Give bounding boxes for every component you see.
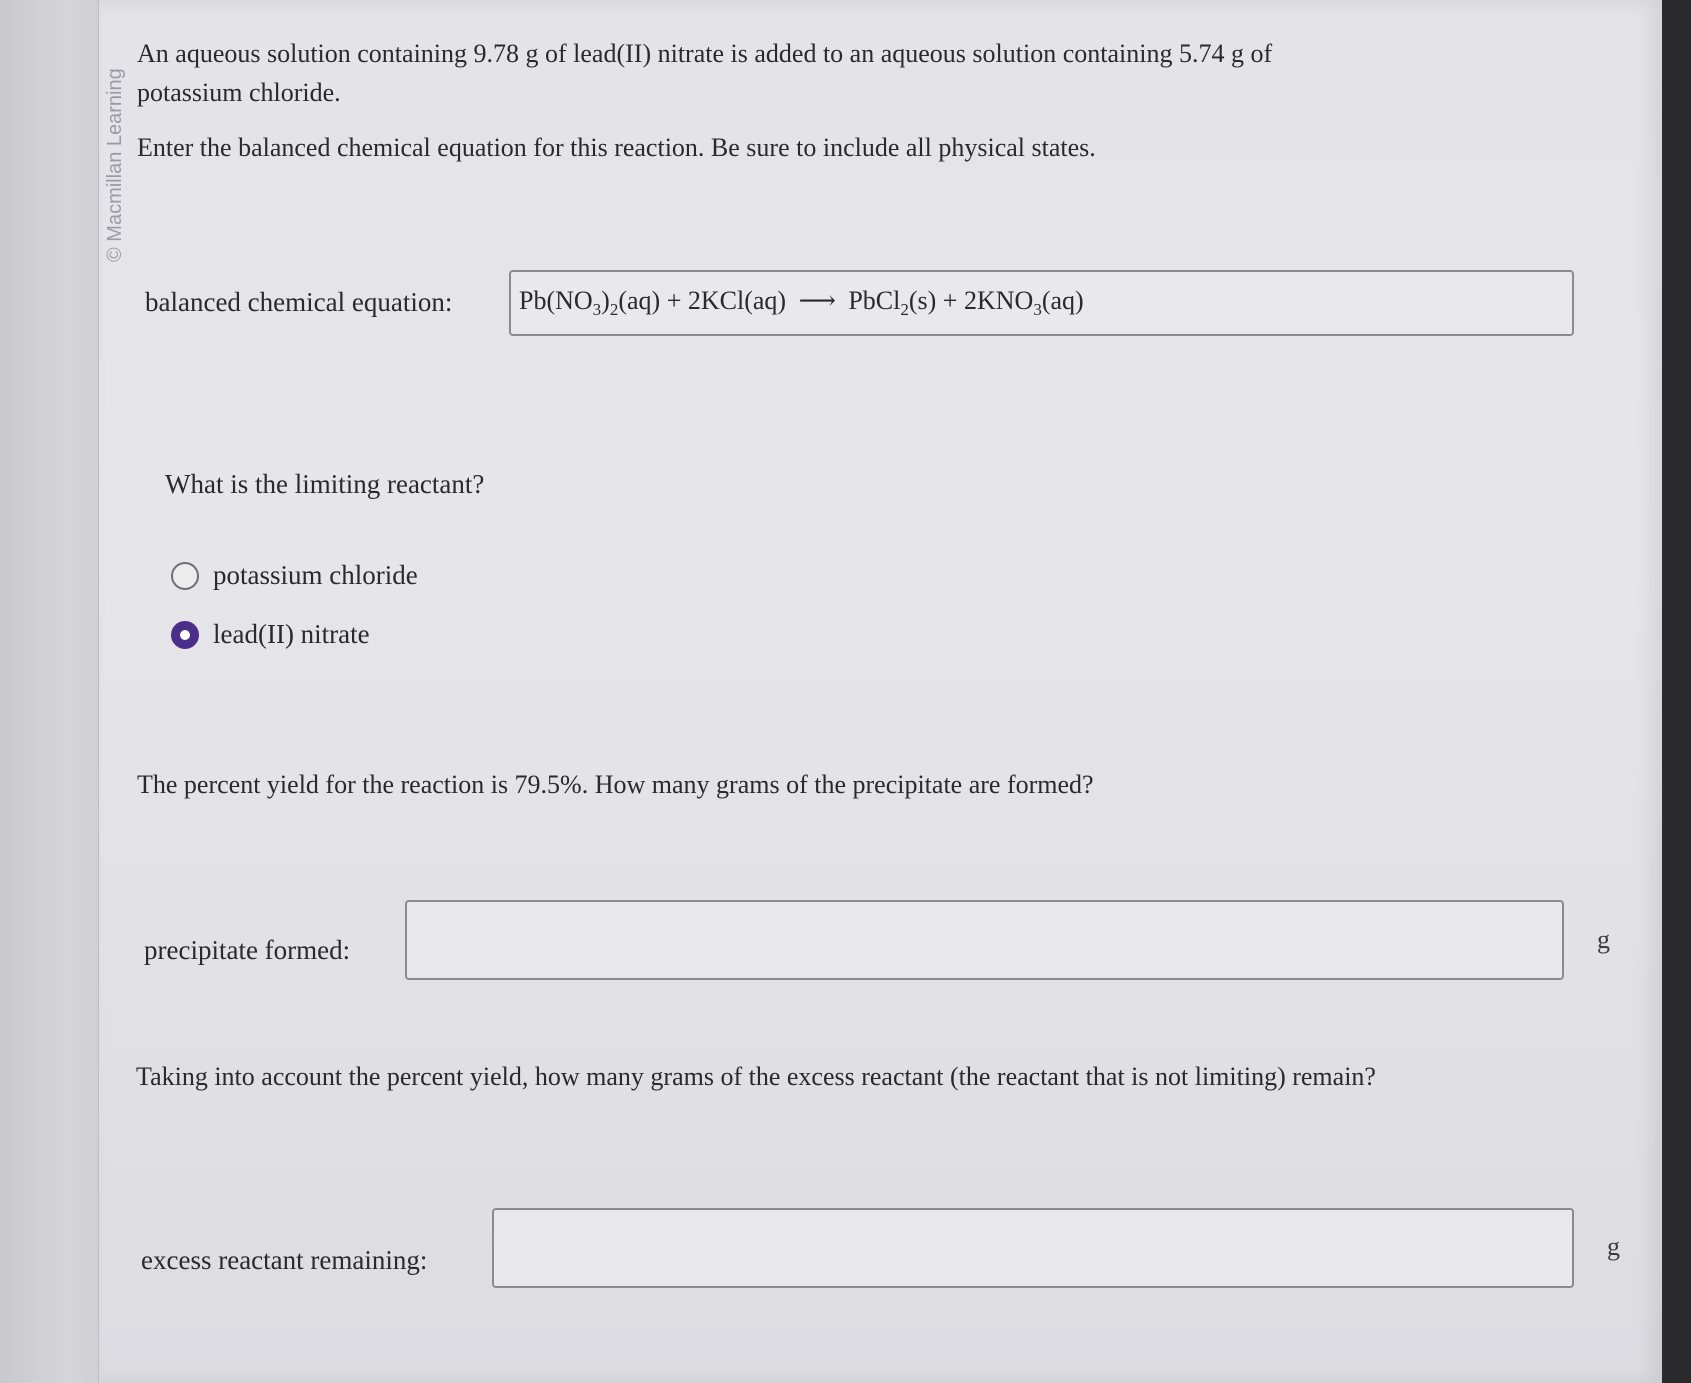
option-potassium-chloride[interactable]: potassium chloride [171,560,418,591]
problem-statement-line-1: An aqueous solution containing 9.78 g of… [137,39,1273,68]
option-label: potassium chloride [213,560,418,590]
percent-yield-question: The percent yield for the reaction is 79… [137,770,1094,799]
screen-bezel-left [0,0,98,1383]
excess-label: excess reactant remaining: [141,1245,428,1275]
radio-unchecked-icon[interactable] [171,561,199,590]
equation-value: Pb(NO3)2(aq) + 2KCl(aq) ⟶ PbCl2(s) + 2KN… [519,286,1084,319]
question-page [98,0,1662,1383]
option-lead-ii-nitrate[interactable]: lead(II) nitrate [171,619,370,650]
radio-checked-icon[interactable] [171,620,199,649]
problem-statement-line-2: potassium chloride. [137,78,341,107]
precipitate-label: precipitate formed: [144,935,351,965]
excess-input[interactable] [492,1208,1574,1288]
option-label: lead(II) nitrate [213,619,370,649]
limiting-reactant-question: What is the limiting reactant? [165,469,485,499]
equation-input[interactable]: Pb(NO3)2(aq) + 2KCl(aq) ⟶ PbCl2(s) + 2KN… [509,270,1574,336]
copyright-watermark: © Macmillan Learning [104,68,126,262]
equation-label: balanced chemical equation: [145,287,453,317]
precipitate-input[interactable] [405,900,1564,980]
reaction-arrow-icon: ⟶ [798,286,836,315]
excess-unit: g [1607,1232,1620,1261]
excess-reactant-question: Taking into account the percent yield, h… [136,1062,1376,1091]
precipitate-unit: g [1597,925,1610,954]
equation-instruction: Enter the balanced chemical equation for… [137,133,1096,162]
